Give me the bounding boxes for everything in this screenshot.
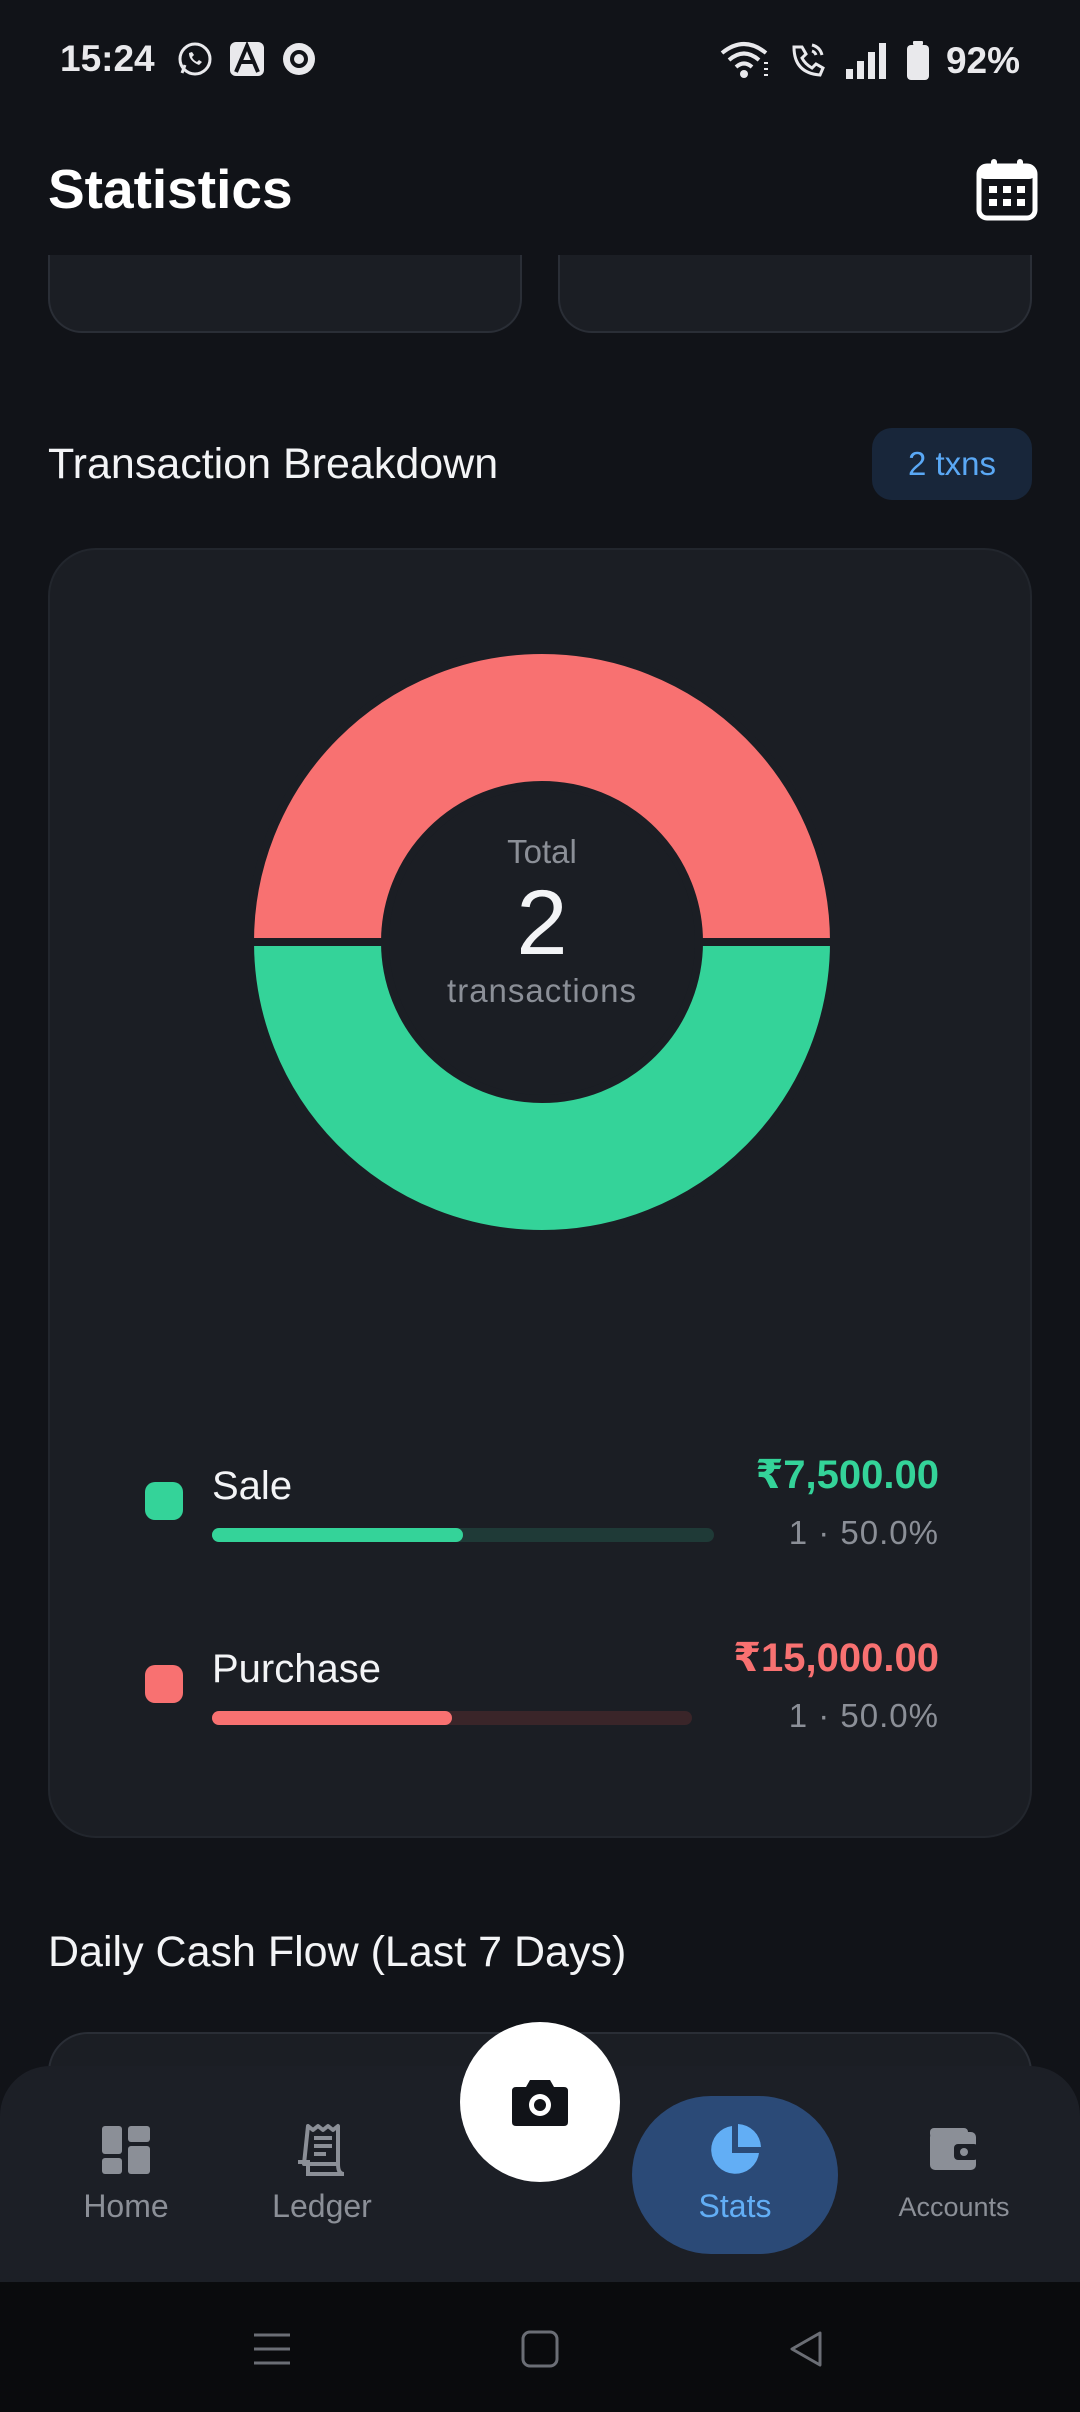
legend-track bbox=[212, 1711, 692, 1725]
cash-flow-title: Daily Cash Flow (Last 7 Days) bbox=[48, 1928, 627, 1976]
recent-apps-icon[interactable] bbox=[250, 2327, 294, 2371]
back-icon[interactable] bbox=[784, 2327, 828, 2371]
nav-accounts[interactable]: Accounts bbox=[874, 2122, 1034, 2242]
nav-ledger-label: Ledger bbox=[272, 2188, 372, 2224]
page-title: Statistics bbox=[48, 158, 293, 220]
wifi-call-icon bbox=[792, 43, 825, 77]
home-nav-icon[interactable] bbox=[518, 2327, 562, 2371]
donut-total-label: Total bbox=[507, 833, 577, 870]
legend-row-purchase[interactable]: Purchase ₹15,000.00 1 · 50.0% bbox=[50, 1633, 1034, 1753]
calendar-icon[interactable] bbox=[976, 157, 1038, 221]
txn-count-badge: 2 txns bbox=[872, 428, 1032, 500]
legend-fill bbox=[212, 1711, 452, 1725]
status-bar: 15:24 92% bbox=[0, 0, 1080, 125]
dashboard-icon bbox=[102, 2126, 150, 2174]
legend-amount: ₹7,500.00 bbox=[755, 1453, 939, 1497]
nav-stats-label: Stats bbox=[698, 2188, 772, 2224]
legend-row-sale[interactable]: Sale ₹7,500.00 1 · 50.0% bbox=[50, 1450, 1034, 1570]
circle-app-icon bbox=[283, 43, 315, 75]
battery-icon bbox=[906, 41, 929, 80]
nav-home-label: Home bbox=[83, 2188, 169, 2224]
camera-button[interactable] bbox=[460, 2022, 620, 2182]
legend-amount: ₹15,000.00 bbox=[733, 1636, 939, 1680]
breakdown-title: Transaction Breakdown bbox=[48, 440, 499, 488]
legend-meta: 1 · 50.0% bbox=[788, 1514, 939, 1551]
nav-home[interactable]: Home bbox=[46, 2122, 206, 2242]
wallet-icon bbox=[930, 2128, 978, 2170]
nav-ledger[interactable]: Ledger bbox=[242, 2122, 402, 2242]
signal-icon bbox=[845, 43, 886, 79]
legend-fill bbox=[212, 1528, 463, 1542]
pie-chart-icon bbox=[711, 2124, 761, 2174]
nav-accounts-label: Accounts bbox=[898, 2192, 1010, 2222]
battery-percent: 92% bbox=[945, 40, 1020, 81]
legend-track bbox=[212, 1528, 714, 1542]
app-header: Statistics bbox=[0, 125, 1080, 275]
donut-chart: Total 2 transactions bbox=[50, 550, 1034, 1350]
summary-card bbox=[558, 255, 1032, 333]
status-time: 15:24 bbox=[60, 38, 155, 79]
breakdown-card: Total 2 transactions Sale ₹7,500.00 1 · … bbox=[48, 548, 1032, 1838]
donut-total-count: 2 bbox=[516, 872, 568, 974]
legend-meta: 1 · 50.0% bbox=[788, 1697, 939, 1734]
camera-icon bbox=[512, 2080, 568, 2126]
legend-dot-purchase bbox=[145, 1665, 183, 1703]
legend-name: Sale bbox=[212, 1464, 293, 1508]
status-right: 92% bbox=[720, 40, 1020, 82]
donut-center: Total 2 transactions bbox=[387, 833, 697, 1010]
a-app-icon bbox=[230, 40, 264, 76]
system-nav-bar bbox=[0, 2282, 1080, 2412]
summary-card bbox=[48, 255, 522, 333]
legend-name: Purchase bbox=[212, 1647, 381, 1691]
legend-dot-sale bbox=[145, 1482, 183, 1520]
status-app-icons bbox=[176, 40, 318, 78]
receipt-icon bbox=[298, 2124, 345, 2176]
nav-stats[interactable]: Stats bbox=[655, 2122, 815, 2242]
donut-total-sub: transactions bbox=[447, 971, 637, 1009]
wifi-icon bbox=[720, 42, 768, 78]
whatsapp-icon bbox=[178, 42, 212, 76]
